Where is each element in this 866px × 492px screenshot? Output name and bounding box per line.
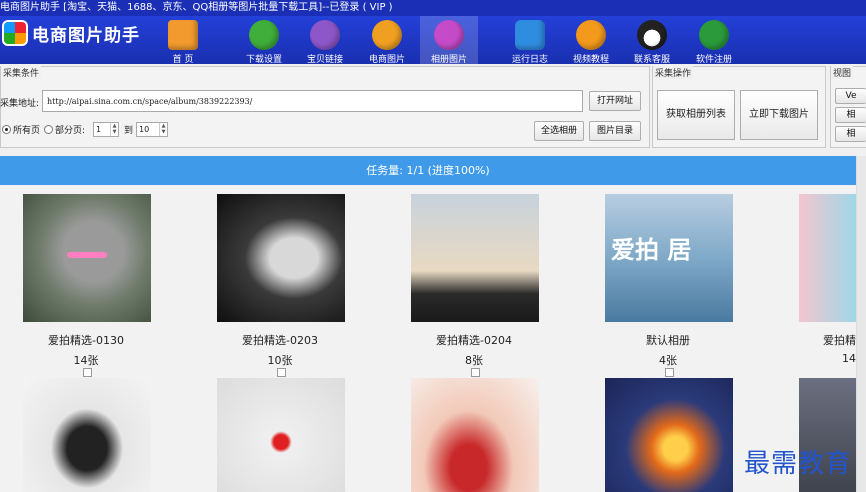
- app-logo: 电商图片助手: [2, 20, 140, 46]
- album-name: 爱拍精选-0204: [436, 334, 512, 347]
- album-thumbnail-silhouette[interactable]: [411, 194, 539, 322]
- all-pages-label: 所有页: [13, 126, 41, 136]
- download-images-button[interactable]: 立即下载图片: [740, 90, 818, 140]
- window-title: 电商图片助手 [淘宝、天猫、1688、京东、QQ相册等图片批量下载工具]--已登…: [0, 0, 866, 16]
- stepper-arrows-icon[interactable]: ▲ ▼: [159, 123, 167, 136]
- url-input[interactable]: http://aipai.sina.com.cn/space/album/383…: [42, 90, 583, 112]
- vertical-scrollbar[interactable]: [856, 156, 866, 492]
- album-count: 10张: [267, 354, 293, 367]
- globe-icon: [434, 20, 464, 50]
- stepper-arrows-icon[interactable]: ▲ ▼: [110, 123, 118, 136]
- toolbar-album-images-button[interactable]: 相册图片: [420, 16, 478, 65]
- app-logo-icon: [2, 20, 28, 46]
- album-thumbnail-partial[interactable]: [799, 194, 856, 322]
- app-name: 电商图片助手: [32, 25, 140, 46]
- album-count: 14张: [73, 354, 99, 367]
- task-progress-bar: 任务量: 1/1 (进度100%): [0, 156, 856, 185]
- toolbar-item-link-button[interactable]: 宝贝链接: [296, 16, 354, 65]
- gear-icon: [249, 20, 279, 50]
- toolbar-contact-support-button[interactable]: 联系客服: [623, 16, 681, 65]
- cart-icon: [372, 20, 402, 50]
- toolbar-video-tutorial-button[interactable]: 视频教程: [562, 16, 620, 65]
- penguin-icon: [637, 20, 667, 50]
- get-album-list-button[interactable]: 获取相册列表: [657, 90, 735, 140]
- url-label: 采集地址:: [0, 99, 40, 109]
- cat-collar-shape: [67, 252, 107, 258]
- album-name: 爱拍精选-0130: [48, 334, 124, 347]
- album-checkbox[interactable]: [471, 368, 480, 377]
- view-button-1[interactable]: Ve: [835, 88, 866, 104]
- user-icon: [699, 20, 729, 50]
- view-button-2[interactable]: 相: [835, 107, 866, 123]
- link-icon: [310, 20, 340, 50]
- collect-conditions-legend: 采集条件: [1, 66, 42, 79]
- collect-actions-legend: 采集操作: [653, 66, 694, 79]
- partial-pages-radio[interactable]: [44, 125, 53, 134]
- home-icon: [168, 20, 198, 50]
- album-grid[interactable]: 爱拍精选-0130 14张 爱拍精选-0203 10张 爱拍精选-0204 8张…: [0, 186, 856, 492]
- page-from-stepper[interactable]: 1 ▲ ▼: [93, 122, 119, 137]
- album-thumbnail-fire[interactable]: [605, 378, 733, 492]
- toolbar-register-button[interactable]: 软件注册: [685, 16, 743, 65]
- thumbnail-overlay-text: 爱拍 居: [611, 236, 692, 264]
- album-thumbnail-portrait[interactable]: [217, 194, 345, 322]
- log-icon: [515, 20, 545, 50]
- main-toolbar: 电商图片助手 首 页 下载设置 宝贝链接 电商图片 相册图片 运行日志 视频教程…: [0, 16, 866, 65]
- album-thumbnail-red[interactable]: [217, 378, 345, 492]
- album-name: 爱拍精: [823, 334, 856, 347]
- page-to-stepper[interactable]: 10 ▲ ▼: [136, 122, 168, 137]
- album-thumbnail-fabric[interactable]: [411, 378, 539, 492]
- select-all-albums-button[interactable]: 全选相册: [534, 121, 584, 141]
- album-count: 4张: [659, 354, 677, 367]
- watermark-text: 最需教育: [744, 449, 853, 479]
- toolbar-run-log-button[interactable]: 运行日志: [501, 16, 559, 65]
- toolbar-ecommerce-images-button[interactable]: 电商图片: [358, 16, 416, 65]
- album-name: 默认相册: [646, 334, 690, 347]
- play-icon: [576, 20, 606, 50]
- album-checkbox[interactable]: [83, 368, 92, 377]
- album-count: 14: [842, 352, 856, 365]
- image-directory-button[interactable]: 图片目录: [589, 121, 641, 141]
- all-pages-radio[interactable]: [2, 125, 11, 134]
- open-url-button[interactable]: 打开网址: [589, 91, 641, 111]
- toolbar-download-settings-button[interactable]: 下载设置: [235, 16, 293, 65]
- album-checkbox[interactable]: [665, 368, 674, 377]
- partial-pages-label: 部分页:: [55, 126, 86, 136]
- album-thumbnail-cat[interactable]: [23, 194, 151, 322]
- view-button-3[interactable]: 相: [835, 126, 866, 142]
- toolbar-home-button[interactable]: 首 页: [154, 16, 212, 65]
- album-checkbox[interactable]: [277, 368, 286, 377]
- album-thumbnail-birds[interactable]: [23, 378, 151, 492]
- page-to-label: 到: [124, 126, 134, 136]
- album-thumbnail-pier[interactable]: 爱拍 居: [605, 194, 733, 322]
- view-legend: 视图: [831, 66, 854, 79]
- album-count: 8张: [465, 354, 483, 367]
- album-name: 爱拍精选-0203: [242, 334, 318, 347]
